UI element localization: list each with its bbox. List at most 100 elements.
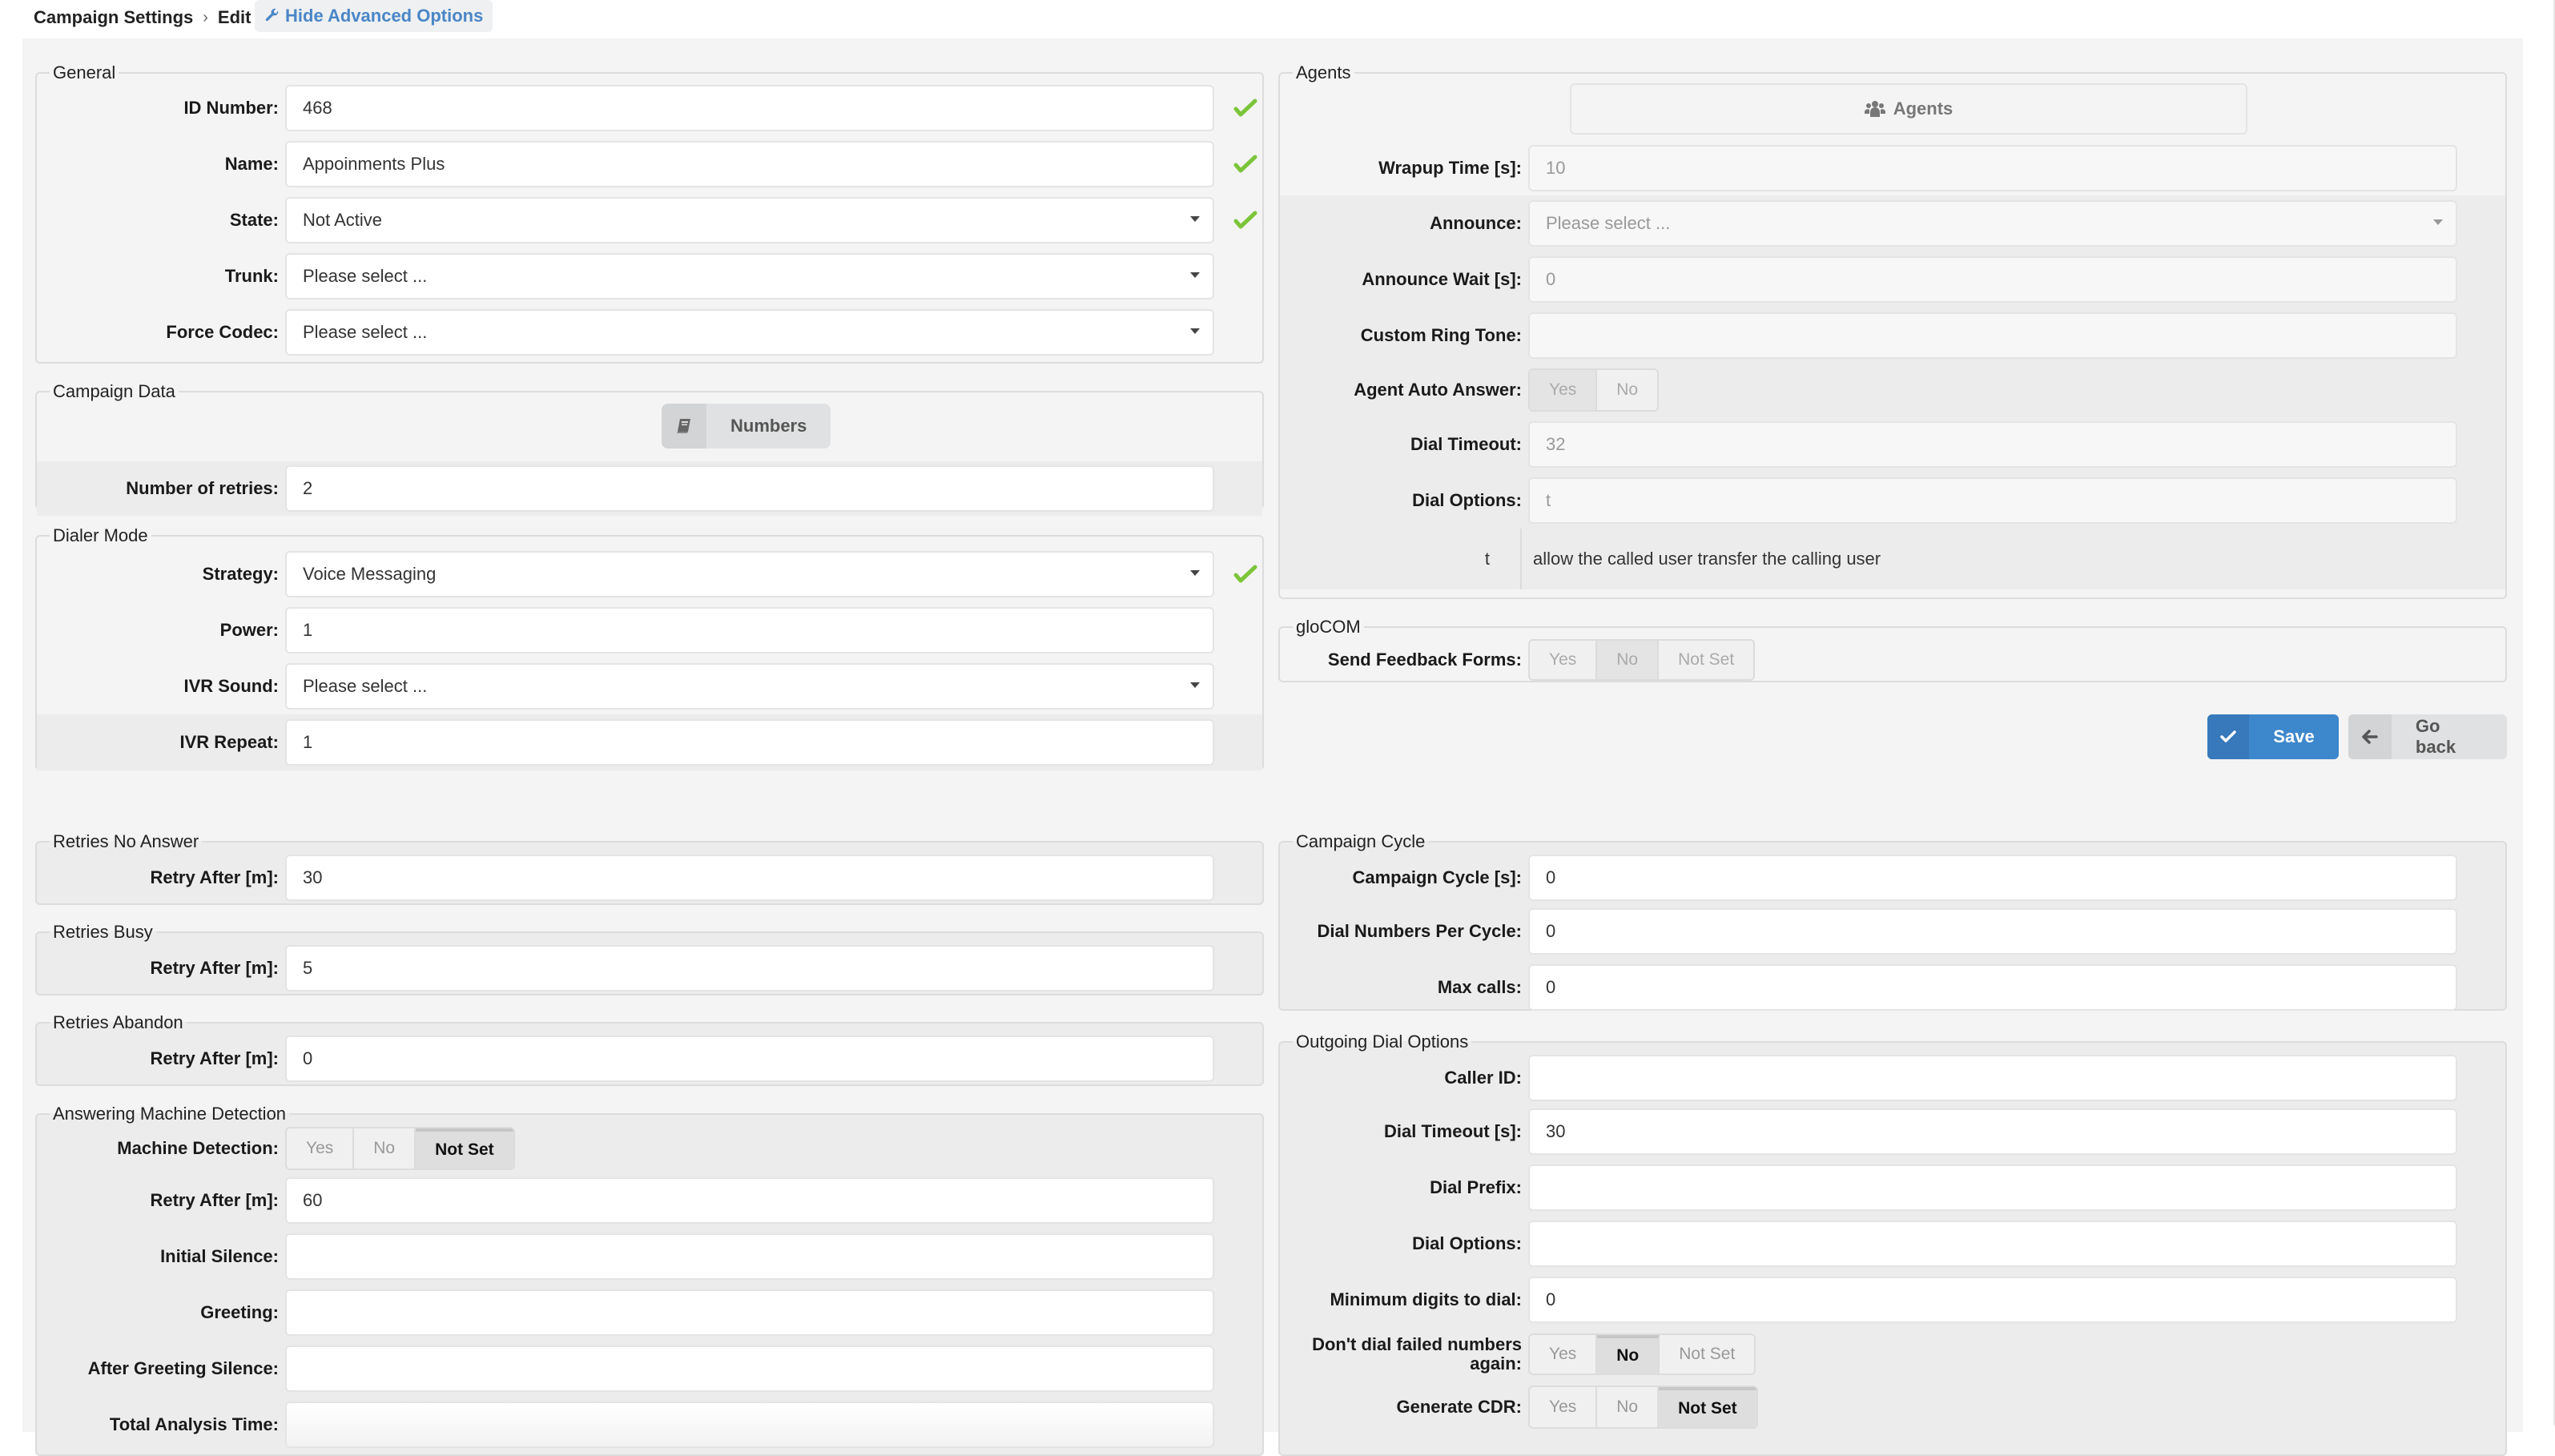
custom-ring-tone-label: Custom Ring Tone: (1360, 325, 1522, 345)
ivr-sound-value: Please select ... (303, 676, 428, 696)
force-codec-select[interactable]: Please select ... (285, 309, 1214, 356)
dial-prefix-label: Dial Prefix: (1430, 1177, 1522, 1197)
outgoing-dial-options-title: Outgoing Dial Options (1296, 1032, 1469, 1052)
caret-down-icon (1190, 682, 1200, 688)
initial-silence-input[interactable] (285, 1233, 1214, 1280)
after-greeting-silence-label: After Greeting Silence: (87, 1358, 279, 1378)
total-analysis-time-input[interactable] (285, 1402, 1214, 1448)
minimum-digits-input[interactable]: 0 (1528, 1277, 2457, 1323)
dont-dial-failed-yes[interactable]: Yes (1530, 1335, 1598, 1374)
campaign-data-title: Campaign Data (53, 381, 175, 401)
wrapup-time-input[interactable]: 10 (1528, 145, 2457, 191)
generate-cdr-no[interactable]: No (1597, 1387, 1660, 1427)
trunk-value: Please select ... (303, 266, 428, 286)
name-input[interactable]: Appoinments Plus (285, 141, 1214, 187)
power-input[interactable]: 1 (285, 607, 1214, 654)
after-greeting-silence-input[interactable] (285, 1345, 1214, 1392)
id-number-input[interactable]: 468 (285, 85, 1214, 131)
caller-id-input[interactable] (1528, 1055, 2457, 1101)
power-label: Power: (219, 620, 279, 640)
id-number-label: ID Number: (183, 98, 279, 118)
wrench-icon (265, 8, 279, 22)
arrow-left-icon (2348, 714, 2392, 759)
caret-down-icon (1190, 216, 1200, 222)
generate-cdr-not-set[interactable]: Not Set (1659, 1387, 1756, 1427)
breadcrumb-campaign-settings[interactable]: Campaign Settings (34, 7, 193, 28)
retry-after-label: Retry After [m]: (150, 1190, 279, 1210)
amd-retry-after-input[interactable]: 60 (285, 1177, 1214, 1224)
number-of-retries-input[interactable]: 2 (285, 465, 1214, 512)
numbers-button[interactable]: Numbers (662, 404, 831, 448)
number-of-retries-label: Number of retries: (126, 478, 279, 498)
save-button-label: Save (2273, 726, 2315, 746)
announce-row: Announce: Please select ... (1280, 195, 2505, 251)
state-select[interactable]: Not Active (285, 197, 1214, 243)
dial-prefix-input[interactable] (1528, 1164, 2457, 1211)
breadcrumb-separator: › (203, 8, 208, 26)
machine-detection-row: Machine Detection: Yes No Not Set (37, 1124, 1262, 1172)
power-row: Power: 1 (37, 602, 1262, 658)
campaign-cycle-title: Campaign Cycle (1296, 831, 1426, 851)
save-button[interactable]: Save (2207, 714, 2339, 759)
dont-dial-failed-no[interactable]: No (1597, 1335, 1660, 1374)
outgoing-dial-options-input[interactable] (1528, 1221, 2457, 1267)
users-icon (1864, 101, 1885, 117)
hide-advanced-options-button[interactable]: Hide Advanced Options (255, 0, 493, 32)
announce-wait-label: Announce Wait [s]: (1362, 269, 1522, 289)
amd-title: Answering Machine Detection (53, 1104, 287, 1124)
machine-detection-yes[interactable]: Yes (287, 1128, 355, 1168)
dial-option-description: allow the called user transfer the calli… (1520, 529, 1881, 589)
campaign-cycle-input[interactable]: 0 (1528, 855, 2457, 901)
max-calls-input[interactable]: 0 (1528, 964, 2457, 1011)
state-row: State: Not Active (37, 192, 1262, 248)
retries-no-answer-input[interactable]: 30 (285, 855, 1214, 901)
announce-label: Announce: (1430, 213, 1522, 233)
strategy-select[interactable]: Voice Messaging (285, 551, 1214, 597)
machine-detection-no[interactable]: No (354, 1128, 416, 1168)
agent-auto-answer-yes[interactable]: Yes (1530, 370, 1598, 410)
greeting-input[interactable] (285, 1289, 1214, 1336)
outgoing-dial-timeout-input[interactable]: 30 (1528, 1108, 2457, 1155)
announce-select[interactable]: Please select ... (1528, 200, 2457, 247)
state-value: Not Active (303, 210, 383, 230)
dont-dial-failed-not-set[interactable]: Not Set (1660, 1335, 1754, 1374)
check-icon (2207, 714, 2250, 759)
custom-ring-tone-input[interactable] (1528, 312, 2457, 359)
ivr-repeat-input[interactable]: 1 (285, 719, 1214, 766)
machine-detection-not-set[interactable]: Not Set (416, 1128, 513, 1168)
agent-auto-answer-no[interactable]: No (1597, 370, 1657, 410)
general-section: General ID Number: 468 Name: Appoinments… (35, 62, 1264, 364)
generate-cdr-toggle: Yes No Not Set (1528, 1386, 1758, 1429)
dialer-mode-title: Dialer Mode (53, 525, 148, 545)
ivr-sound-select[interactable]: Please select ... (285, 663, 1214, 710)
trunk-select[interactable]: Please select ... (285, 253, 1214, 300)
caret-down-icon (1190, 272, 1200, 278)
announce-wait-input[interactable]: 0 (1528, 256, 2457, 303)
after-greeting-silence-row: After Greeting Silence: (37, 1341, 1262, 1397)
form-actions: Save Go back (2207, 714, 2507, 759)
agents-dial-timeout-input[interactable]: 32 (1528, 421, 2457, 468)
force-codec-row: Force Codec: Please select ... (37, 304, 1262, 360)
trunk-row: Trunk: Please select ... (37, 248, 1262, 304)
retries-busy-input[interactable]: 5 (285, 945, 1214, 991)
agents-dial-options-input[interactable]: t (1528, 477, 2457, 524)
send-feedback-forms-yes[interactable]: Yes (1530, 641, 1598, 679)
generate-cdr-row: Generate CDR: Yes No Not Set (1280, 1381, 2505, 1434)
dialer-mode-section: Dialer Mode Strategy: Voice Messaging Po… (35, 525, 1264, 770)
agents-button[interactable]: Agents (1570, 83, 2247, 135)
send-feedback-forms-no[interactable]: No (1597, 641, 1660, 679)
outgoing-dial-options-row: Dial Options: (1280, 1216, 2505, 1272)
dial-numbers-per-cycle-input[interactable]: 0 (1528, 908, 2457, 955)
valid-check-icon (1233, 99, 1257, 117)
total-analysis-time-row: Total Analysis Time: (37, 1397, 1262, 1453)
greeting-label: Greeting: (200, 1302, 279, 1322)
glocom-title: gloCOM (1296, 617, 1361, 637)
machine-detection-label: Machine Detection: (117, 1138, 279, 1158)
strategy-value: Voice Messaging (303, 564, 437, 584)
main-panel: General ID Number: 468 Name: Appoinments… (22, 38, 2523, 1456)
retries-abandon-input[interactable]: 0 (285, 1036, 1214, 1082)
generate-cdr-yes[interactable]: Yes (1530, 1387, 1598, 1427)
send-feedback-forms-not-set[interactable]: Not Set (1659, 641, 1753, 679)
glocom-section: gloCOM Send Feedback Forms: Yes No Not S… (1278, 617, 2507, 682)
go-back-button[interactable]: Go back (2348, 714, 2507, 759)
